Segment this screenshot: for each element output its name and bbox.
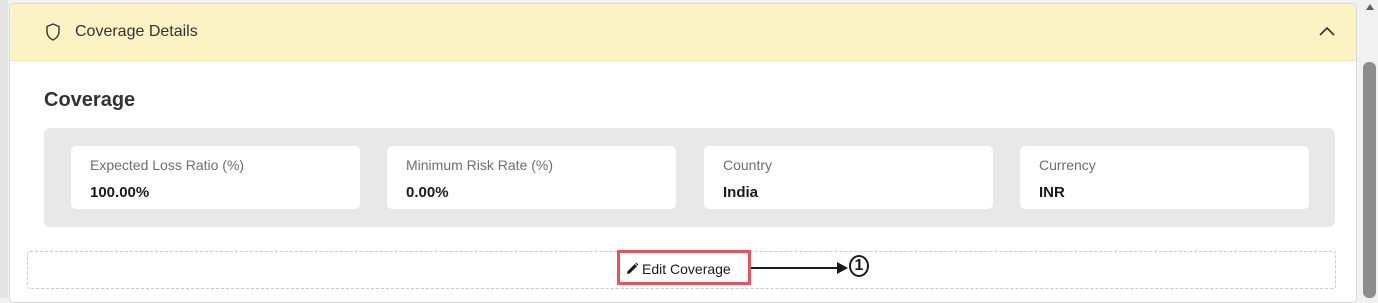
panel-header-title: Coverage Details [75,23,198,40]
field-expected-loss-ratio: Expected Loss Ratio (%) 100.00% [71,146,360,209]
panel-header[interactable]: Coverage Details [10,4,1356,61]
edit-coverage-label: Edit Coverage [642,261,731,277]
edit-coverage-highlight: Edit Coverage [617,250,751,285]
field-value: India [723,184,759,201]
field-label: Minimum Risk Rate (%) [406,157,554,173]
chevron-up-icon[interactable] [1318,24,1336,38]
field-currency: Currency INR [1020,146,1309,209]
shield-icon [46,23,60,41]
field-label: Currency [1039,157,1096,173]
field-value: 100.00% [90,184,150,201]
section-title: Coverage [44,89,136,111]
field-minimum-risk-rate: Minimum Risk Rate (%) 0.00% [387,146,676,209]
field-value: INR [1039,184,1065,201]
field-value: 0.00% [406,184,449,201]
page-left-edge [0,0,8,298]
edit-coverage-button[interactable]: Edit Coverage [625,258,731,280]
scrollbar-thumb[interactable] [1363,62,1376,298]
field-country: Country India [704,146,993,209]
coverage-fields-group: Expected Loss Ratio (%) 100.00% Minimum … [44,128,1335,227]
scroll-up-arrow-icon[interactable] [1366,3,1374,11]
field-label: Expected Loss Ratio (%) [90,157,245,173]
pencil-icon [627,262,639,274]
annotation-arrow-icon [751,262,848,274]
field-label: Country [723,157,773,173]
step-number-badge: 1 [849,255,869,277]
